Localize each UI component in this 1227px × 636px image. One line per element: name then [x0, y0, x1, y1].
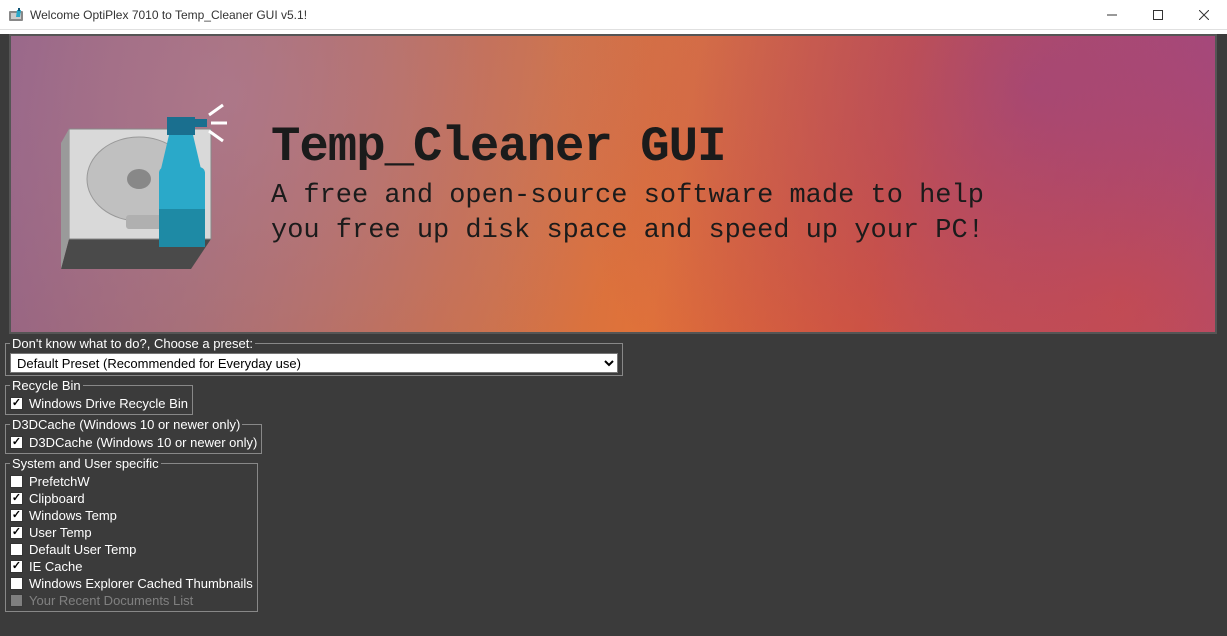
- group-legend: Recycle Bin: [10, 378, 83, 393]
- content: Don't know what to do?, Choose a preset:…: [0, 334, 1227, 612]
- banner-subheading: A free and open-source software made to …: [271, 179, 1041, 249]
- checkbox-row[interactable]: D3DCache (Windows 10 or newer only): [10, 434, 257, 451]
- checkbox-label: D3DCache (Windows 10 or newer only): [29, 435, 257, 450]
- checkbox-row[interactable]: Windows Drive Recycle Bin: [10, 395, 188, 412]
- checkbox-icon: [10, 509, 23, 522]
- preset-group: Don't know what to do?, Choose a preset:…: [5, 336, 623, 376]
- checkbox-label: Windows Temp: [29, 508, 117, 523]
- checkbox-icon: [10, 492, 23, 505]
- checkbox-row[interactable]: Clipboard: [10, 490, 253, 507]
- window-titlebar: Welcome OptiPlex 7010 to Temp_Cleaner GU…: [0, 0, 1227, 30]
- checkbox-row[interactable]: Windows Temp: [10, 507, 253, 524]
- checkbox-row[interactable]: PrefetchW: [10, 473, 253, 490]
- window-title: Welcome OptiPlex 7010 to Temp_Cleaner GU…: [30, 8, 1089, 22]
- checkbox-label: Windows Drive Recycle Bin: [29, 396, 188, 411]
- checkbox-icon: [10, 436, 23, 449]
- checkbox-row[interactable]: Your Recent Documents List: [10, 592, 253, 609]
- group-legend: D3DCache (Windows 10 or newer only): [10, 417, 242, 432]
- checkbox-icon: [10, 577, 23, 590]
- checkbox-icon: [10, 543, 23, 556]
- group-recycle-bin: Recycle Bin Windows Drive Recycle Bin: [5, 378, 193, 415]
- app-body: Temp_Cleaner GUI A free and open-source …: [0, 34, 1227, 636]
- preset-select[interactable]: Default Preset (Recommended for Everyday…: [10, 353, 618, 373]
- checkbox-icon: [10, 475, 23, 488]
- checkbox-label: Default User Temp: [29, 542, 136, 557]
- app-icon: [8, 7, 24, 23]
- checkbox-label: PrefetchW: [29, 474, 90, 489]
- preset-legend: Don't know what to do?, Choose a preset:: [10, 336, 255, 351]
- banner-heading: Temp_Cleaner GUI: [271, 119, 1041, 175]
- checkbox-row[interactable]: Windows Explorer Cached Thumbnails: [10, 575, 253, 592]
- banner-text: Temp_Cleaner GUI A free and open-source …: [271, 119, 1041, 249]
- banner: Temp_Cleaner GUI A free and open-source …: [9, 34, 1217, 334]
- maximize-button[interactable]: [1135, 0, 1181, 30]
- close-button[interactable]: [1181, 0, 1227, 30]
- checkbox-icon: [10, 397, 23, 410]
- minimize-button[interactable]: [1089, 0, 1135, 30]
- group-legend: System and User specific: [10, 456, 161, 471]
- group-system-user: System and User specific PrefetchW Clipb…: [5, 456, 258, 612]
- checkbox-label: Windows Explorer Cached Thumbnails: [29, 576, 253, 591]
- banner-logo: [61, 89, 231, 279]
- checkbox-label: User Temp: [29, 525, 92, 540]
- checkbox-label: Clipboard: [29, 491, 85, 506]
- checkbox-label: IE Cache: [29, 559, 82, 574]
- window-controls: [1089, 0, 1227, 30]
- checkbox-icon: [10, 560, 23, 573]
- checkbox-row[interactable]: IE Cache: [10, 558, 253, 575]
- group-d3dcache: D3DCache (Windows 10 or newer only) D3DC…: [5, 417, 262, 454]
- checkbox-row[interactable]: User Temp: [10, 524, 253, 541]
- checkbox-label: Your Recent Documents List: [29, 593, 193, 608]
- checkbox-icon: [10, 594, 23, 607]
- checkbox-icon: [10, 526, 23, 539]
- checkbox-row[interactable]: Default User Temp: [10, 541, 253, 558]
